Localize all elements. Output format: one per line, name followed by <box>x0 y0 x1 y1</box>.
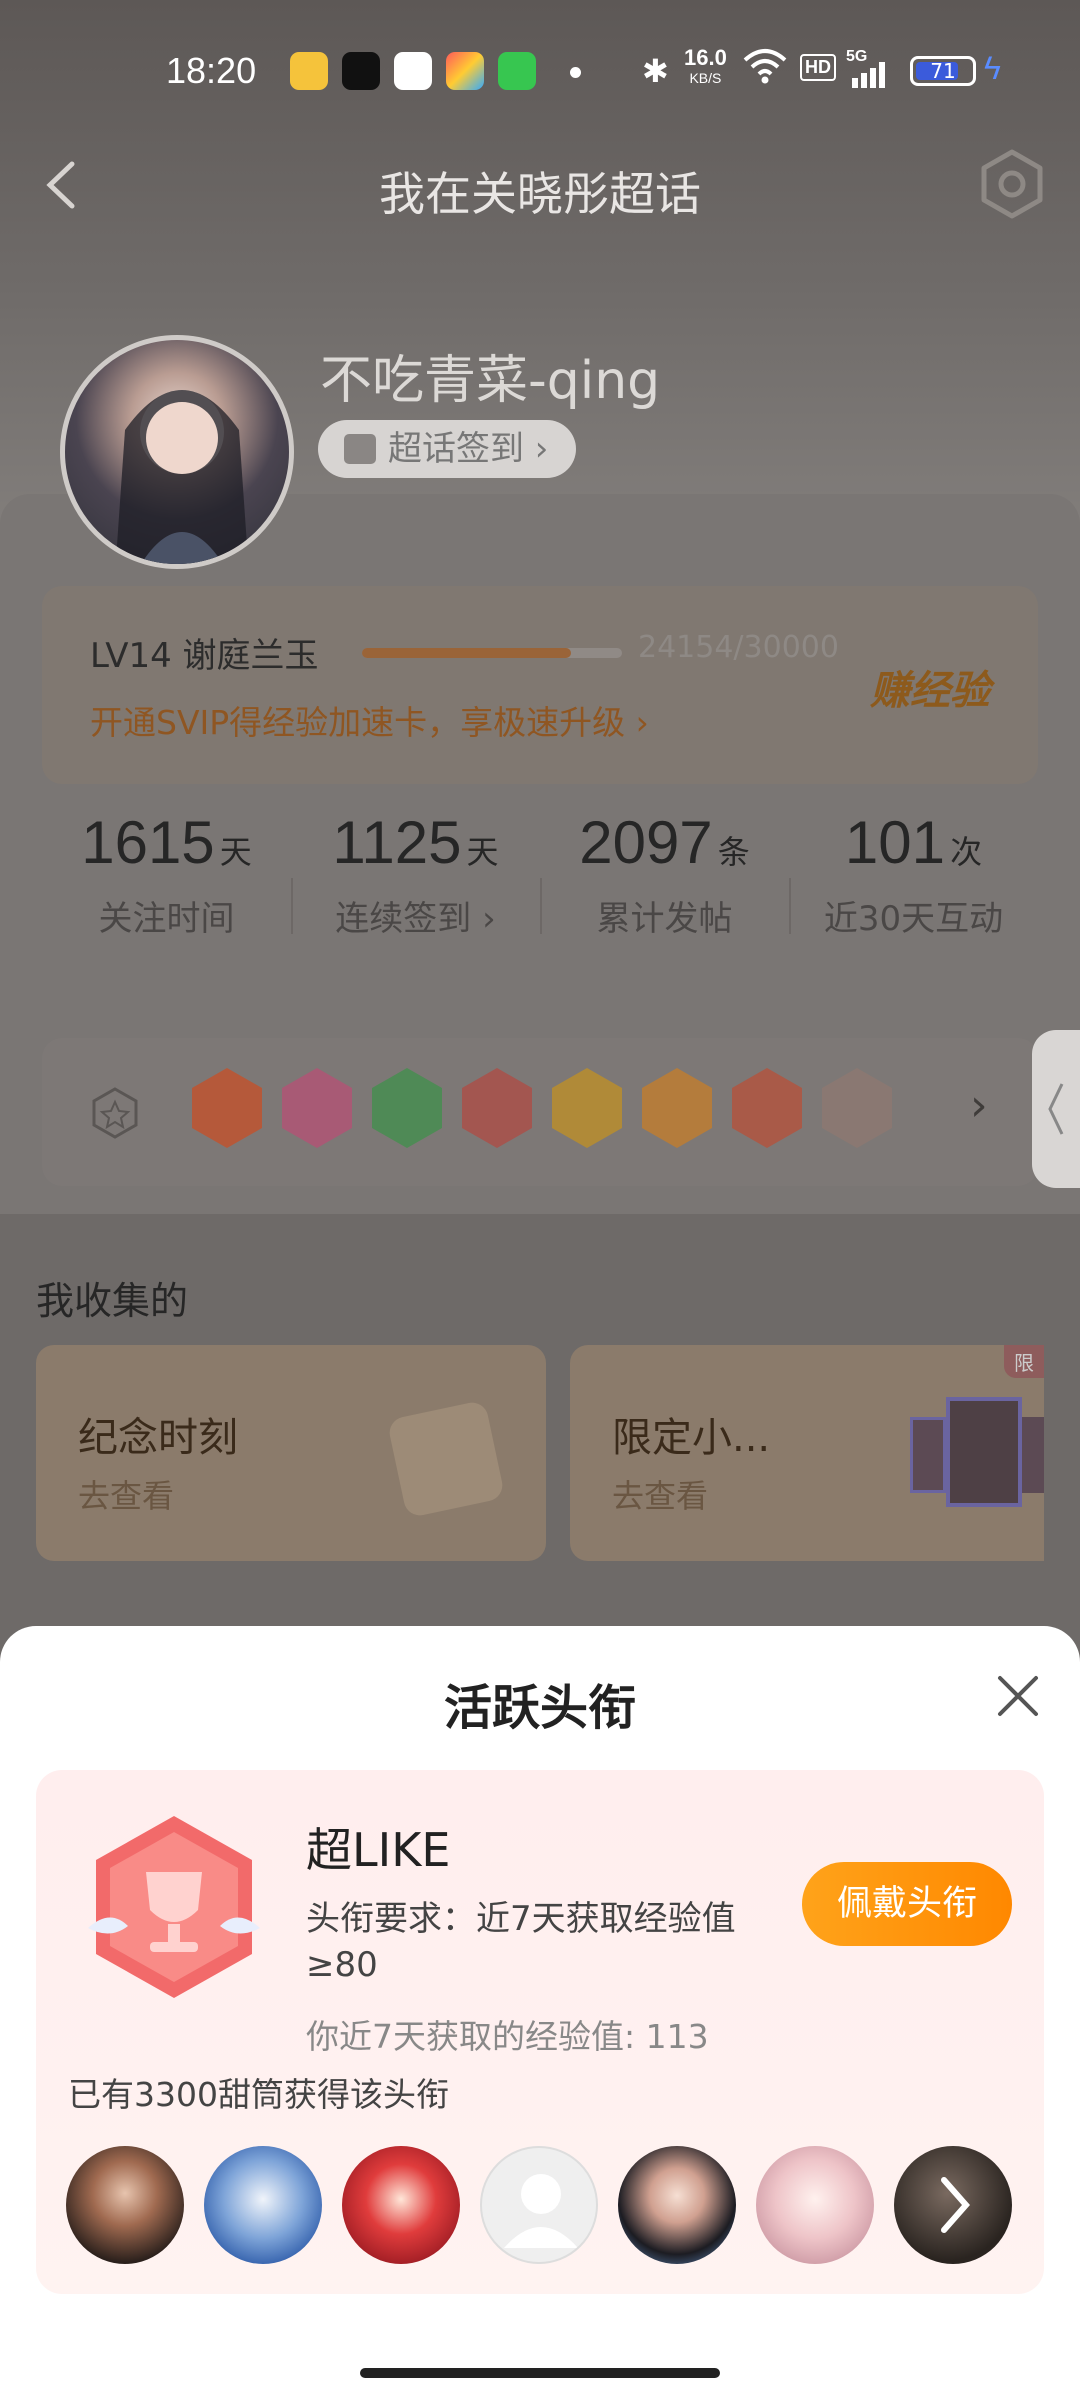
badge-more-arrow[interactable]: › <box>970 1080 988 1131</box>
level-progress-text: 24154/30000 <box>638 630 839 665</box>
title-name: 超LIKE <box>306 1823 451 1877</box>
battery-icon: 71 <box>910 56 976 86</box>
stat-label: 累计发帖 <box>596 899 733 939</box>
collection-card-limited[interactable]: 限定小... 去查看 限 <box>570 1345 1044 1561</box>
owner-avatar[interactable] <box>66 2146 184 2264</box>
calendar-heart-icon <box>389 1402 503 1516</box>
hd-icon: HD <box>800 54 836 81</box>
badge-trophy-icon[interactable] <box>462 1068 532 1148</box>
messages-icon <box>498 52 536 90</box>
gear-icon <box>981 149 1043 219</box>
stat-unit: 天 <box>219 833 252 871</box>
search-app-icon <box>394 52 432 90</box>
badge-crown-icon[interactable] <box>732 1068 802 1148</box>
stat-value: 1125 <box>332 809 462 876</box>
badge-medal-icon <box>92 1087 138 1139</box>
badge-emoji-icon[interactable] <box>642 1068 712 1148</box>
svip-promo-link[interactable]: 开通SVIP得经验加速卡，享极速升级 › <box>90 696 649 744</box>
level-name: LV14 谢庭兰玉 <box>90 636 319 676</box>
owners-count: 已有3300甜筒获得该头衔 <box>68 2075 449 2114</box>
weibo-icon <box>290 52 328 90</box>
badge-strip[interactable]: › <box>42 1038 1038 1186</box>
photos-icon <box>446 52 484 90</box>
wifi-icon <box>742 46 788 91</box>
level-card[interactable]: LV14 谢庭兰玉 24154/30000 开通SVIP得经验加速卡，享极速升级… <box>42 586 1038 784</box>
badge-girl-icon[interactable] <box>822 1068 892 1148</box>
chevron-right-icon <box>941 2177 970 2233</box>
badge-lv14-icon[interactable] <box>282 1068 352 1148</box>
collection-title: 我收集的 <box>36 1279 189 1323</box>
stat-value: 2097 <box>579 809 713 876</box>
collection-card-sub: 去查看 <box>612 1477 709 1515</box>
badge-30days-icon[interactable] <box>552 1068 622 1148</box>
level-progress-bar <box>362 648 622 658</box>
settings-button[interactable] <box>974 146 1050 222</box>
stat-follow-days: 1615 天 关注时间 <box>42 808 291 940</box>
stat-unit: 天 <box>466 833 499 871</box>
tiktok-icon <box>342 52 380 90</box>
network-speed-unit: KB/S <box>689 70 722 86</box>
stat-label: 近30天互动 <box>823 899 1004 939</box>
stat-unit: 次 <box>950 833 983 871</box>
signal-bars-icon <box>850 62 890 93</box>
title-requirement: 头衔要求：近7天获取经验值≥80 <box>306 1899 736 1985</box>
close-icon <box>998 1676 1038 1716</box>
owner-avatar[interactable] <box>204 2146 322 2264</box>
notification-dot <box>570 67 581 78</box>
charging-icon: ϟ <box>984 50 1001 86</box>
close-button[interactable] <box>992 1670 1044 1722</box>
network-speed: 16.0 KB/S <box>684 45 727 88</box>
avatar[interactable] <box>60 335 294 569</box>
stats-row: 1615 天 关注时间 1125 天 连续签到 › 2097 条 累计发帖 10… <box>42 808 1038 988</box>
status-time: 18:20 <box>166 50 257 91</box>
owner-avatar-more[interactable] <box>894 2146 1012 2264</box>
badge-hands-icon[interactable] <box>372 1068 442 1148</box>
sheet-title: 活跃头衔 <box>443 1680 636 1736</box>
title-bottom-sheet: 活跃头衔 超LIKE 头衔要求：近7天获取经验值≥80 你近7天获取的经验值: … <box>0 1626 1080 2400</box>
page-title: 我在关晓彤超话 <box>379 167 701 221</box>
photo-thumb <box>910 1417 946 1493</box>
collection-card-title: 限定小... <box>612 1415 771 1461</box>
badge-lion-icon[interactable] <box>192 1068 262 1148</box>
owner-avatar[interactable] <box>342 2146 460 2264</box>
status-bar: 18:20 ✱ 16.0 KB/S HD 5G 71 ϟ <box>0 40 1080 106</box>
collection-card-moments[interactable]: 纪念时刻 去查看 <box>36 1345 546 1561</box>
default-user-icon <box>504 2174 578 2248</box>
stat-interactions: 101 次 近30天互动 <box>789 808 1038 940</box>
trophy-badge-icon <box>88 1816 260 1998</box>
level-progress-fill <box>362 648 572 658</box>
home-indicator[interactable] <box>360 2368 720 2378</box>
title-detail-card: 超LIKE 头衔要求：近7天获取经验值≥80 你近7天获取的经验值: 113 佩… <box>36 1770 1044 2294</box>
signin-button[interactable]: 超话签到 › <box>318 420 577 478</box>
chevron-left-icon <box>1048 1083 1064 1135</box>
stat-label: 关注时间 <box>98 899 235 939</box>
calendar-icon <box>344 434 376 464</box>
collection-card-sub: 去查看 <box>78 1477 175 1515</box>
earn-exp-button[interactable]: 赚经验 <box>870 658 990 716</box>
network-speed-value: 16.0 <box>684 45 727 70</box>
stat-value: 1615 <box>81 809 215 876</box>
wear-title-button[interactable]: 佩戴头衔 <box>802 1862 1012 1946</box>
username: 不吃青菜-qing <box>320 351 661 411</box>
photo-thumb <box>1022 1417 1044 1493</box>
photo-thumb <box>946 1397 1022 1507</box>
stat-label: 连续签到 › <box>335 899 496 939</box>
stat-signin-streak[interactable]: 1125 天 连续签到 › <box>291 808 540 940</box>
stat-unit: 条 <box>717 833 750 871</box>
owner-avatar[interactable] <box>756 2146 874 2264</box>
stat-value: 101 <box>844 809 945 876</box>
battery-level: 71 <box>930 59 956 83</box>
limited-tag: 限 <box>1004 1345 1044 1378</box>
title-exp-obtained: 你近7天获取的经验值: 113 <box>306 2017 709 2056</box>
bluetooth-icon: ✱ <box>642 53 669 89</box>
nav-bar: 我在关晓彤超话 <box>0 140 1080 240</box>
signin-label: 超话签到 › <box>388 429 549 469</box>
stat-posts: 2097 条 累计发帖 <box>540 808 789 940</box>
side-drawer-handle[interactable] <box>1032 1030 1080 1188</box>
owner-avatar-default[interactable] <box>480 2146 598 2264</box>
owner-avatar[interactable] <box>618 2146 736 2264</box>
collection-card-title: 纪念时刻 <box>78 1415 238 1461</box>
